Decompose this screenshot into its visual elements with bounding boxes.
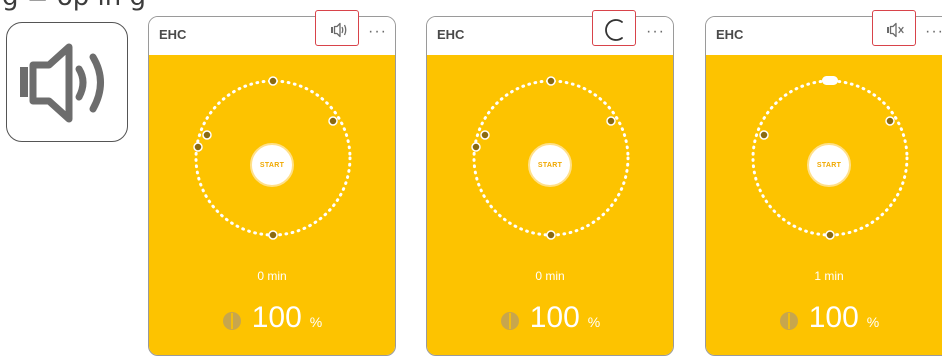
dial-marker bbox=[606, 116, 616, 126]
dial-marker bbox=[328, 116, 338, 126]
device-body: START 0 min 100 % bbox=[149, 55, 395, 355]
half-circle-icon bbox=[222, 312, 241, 330]
battery-unit: % bbox=[309, 314, 323, 330]
dial-marker bbox=[546, 76, 556, 86]
sound-toggle-button[interactable] bbox=[315, 10, 359, 46]
loading-spinner-icon bbox=[605, 19, 623, 41]
battery-unit: % bbox=[587, 314, 601, 330]
battery-value: 100 bbox=[529, 301, 580, 334]
clipped-caption: g = op in g bbox=[2, 0, 146, 12]
battery-status: 100 % bbox=[427, 301, 673, 335]
device-title: EHC bbox=[159, 27, 187, 42]
sound-toggle-button[interactable] bbox=[872, 10, 916, 46]
half-circle-icon bbox=[500, 312, 519, 330]
battery-status: 100 % bbox=[706, 301, 942, 335]
more-options-button[interactable]: ··· bbox=[925, 23, 942, 41]
device-card-2: EHC ··· START 0 min 100 % bbox=[426, 16, 674, 356]
speaker-icon-large bbox=[6, 22, 128, 142]
device-card-1: EHC ··· START 0 min 100 % bbox=[148, 16, 396, 356]
device-title: EHC bbox=[437, 27, 465, 42]
dial-marker bbox=[546, 230, 556, 240]
dial-marker bbox=[268, 76, 278, 86]
dial-marker bbox=[759, 130, 769, 140]
battery-value: 100 bbox=[251, 301, 302, 334]
battery-value: 100 bbox=[808, 301, 859, 334]
dial-marker bbox=[471, 142, 481, 152]
more-options-button[interactable]: ··· bbox=[368, 23, 387, 41]
speaker-on-icon bbox=[331, 22, 347, 38]
dial-marker bbox=[885, 116, 895, 126]
battery-status: 100 % bbox=[149, 301, 395, 335]
device-body: START 0 min 100 % bbox=[427, 55, 673, 355]
dial-marker bbox=[825, 230, 835, 240]
device-title: EHC bbox=[716, 27, 744, 42]
device-body: START 1 min 100 % bbox=[706, 55, 942, 355]
duration-label: 0 min bbox=[535, 269, 565, 283]
duration-label: 1 min bbox=[814, 269, 844, 283]
speaker-on-icon bbox=[20, 43, 104, 123]
battery-unit: % bbox=[866, 314, 880, 330]
dial-marker bbox=[268, 230, 278, 240]
dial-handle bbox=[822, 76, 838, 85]
start-button[interactable]: START bbox=[528, 143, 572, 187]
half-circle-icon bbox=[779, 312, 798, 330]
start-button[interactable]: START bbox=[250, 143, 294, 187]
dial-marker bbox=[480, 130, 490, 140]
dial-marker bbox=[193, 142, 203, 152]
duration-label: 0 min bbox=[257, 269, 287, 283]
more-options-button[interactable]: ··· bbox=[646, 23, 665, 41]
dial-marker bbox=[202, 130, 212, 140]
sound-toggle-button[interactable] bbox=[592, 10, 636, 46]
start-button[interactable]: START bbox=[807, 143, 851, 187]
device-card-3: EHC ··· START 1 min 100 % bbox=[705, 16, 942, 356]
speaker-muted-icon bbox=[887, 22, 904, 38]
